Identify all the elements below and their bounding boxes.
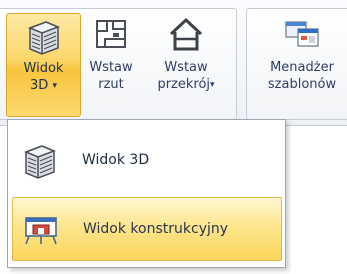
- construction-view-icon: [25, 217, 57, 245]
- ribbon: Widok 3D ▾ Wstaw rzut Wstaw przekrój▾ Me…: [0, 0, 347, 126]
- widok-3d-button-label: Widok 3D ▾: [23, 61, 64, 93]
- wstaw-rzut-button-label: Wstaw rzut: [89, 60, 133, 92]
- menadzer-szablonow-button-label: Menadżer szablonów: [267, 60, 337, 92]
- floor-plan-icon: [96, 20, 126, 48]
- menu-item-widok-konstrukcyjny[interactable]: Widok konstrukcyjny: [12, 197, 282, 261]
- building-3d-icon: [23, 145, 57, 179]
- building-3d-icon: [27, 21, 60, 55]
- menu-item-label: Widok 3D: [82, 152, 150, 168]
- menu-item-widok-3d[interactable]: Widok 3D: [12, 130, 282, 190]
- menadzer-szablonow-button[interactable]: Menadżer szablonów: [253, 13, 347, 117]
- template-manager-icon: [285, 21, 319, 47]
- chevron-down-icon: ▾: [52, 81, 57, 91]
- widok-3d-button[interactable]: Widok 3D ▾: [6, 13, 81, 117]
- wstaw-przekroj-button-label: Wstaw przekrój▾: [157, 60, 215, 92]
- menu-item-label: Widok konstrukcyjny: [83, 221, 229, 237]
- chevron-down-icon: ▾: [210, 80, 215, 90]
- house-section-icon: [169, 18, 203, 51]
- wstaw-przekroj-button[interactable]: Wstaw przekrój▾: [138, 13, 234, 117]
- widok-dropdown-menu: Widok 3D Widok konstrukcyjny: [7, 119, 286, 268]
- wstaw-rzut-button[interactable]: Wstaw rzut: [80, 13, 142, 117]
